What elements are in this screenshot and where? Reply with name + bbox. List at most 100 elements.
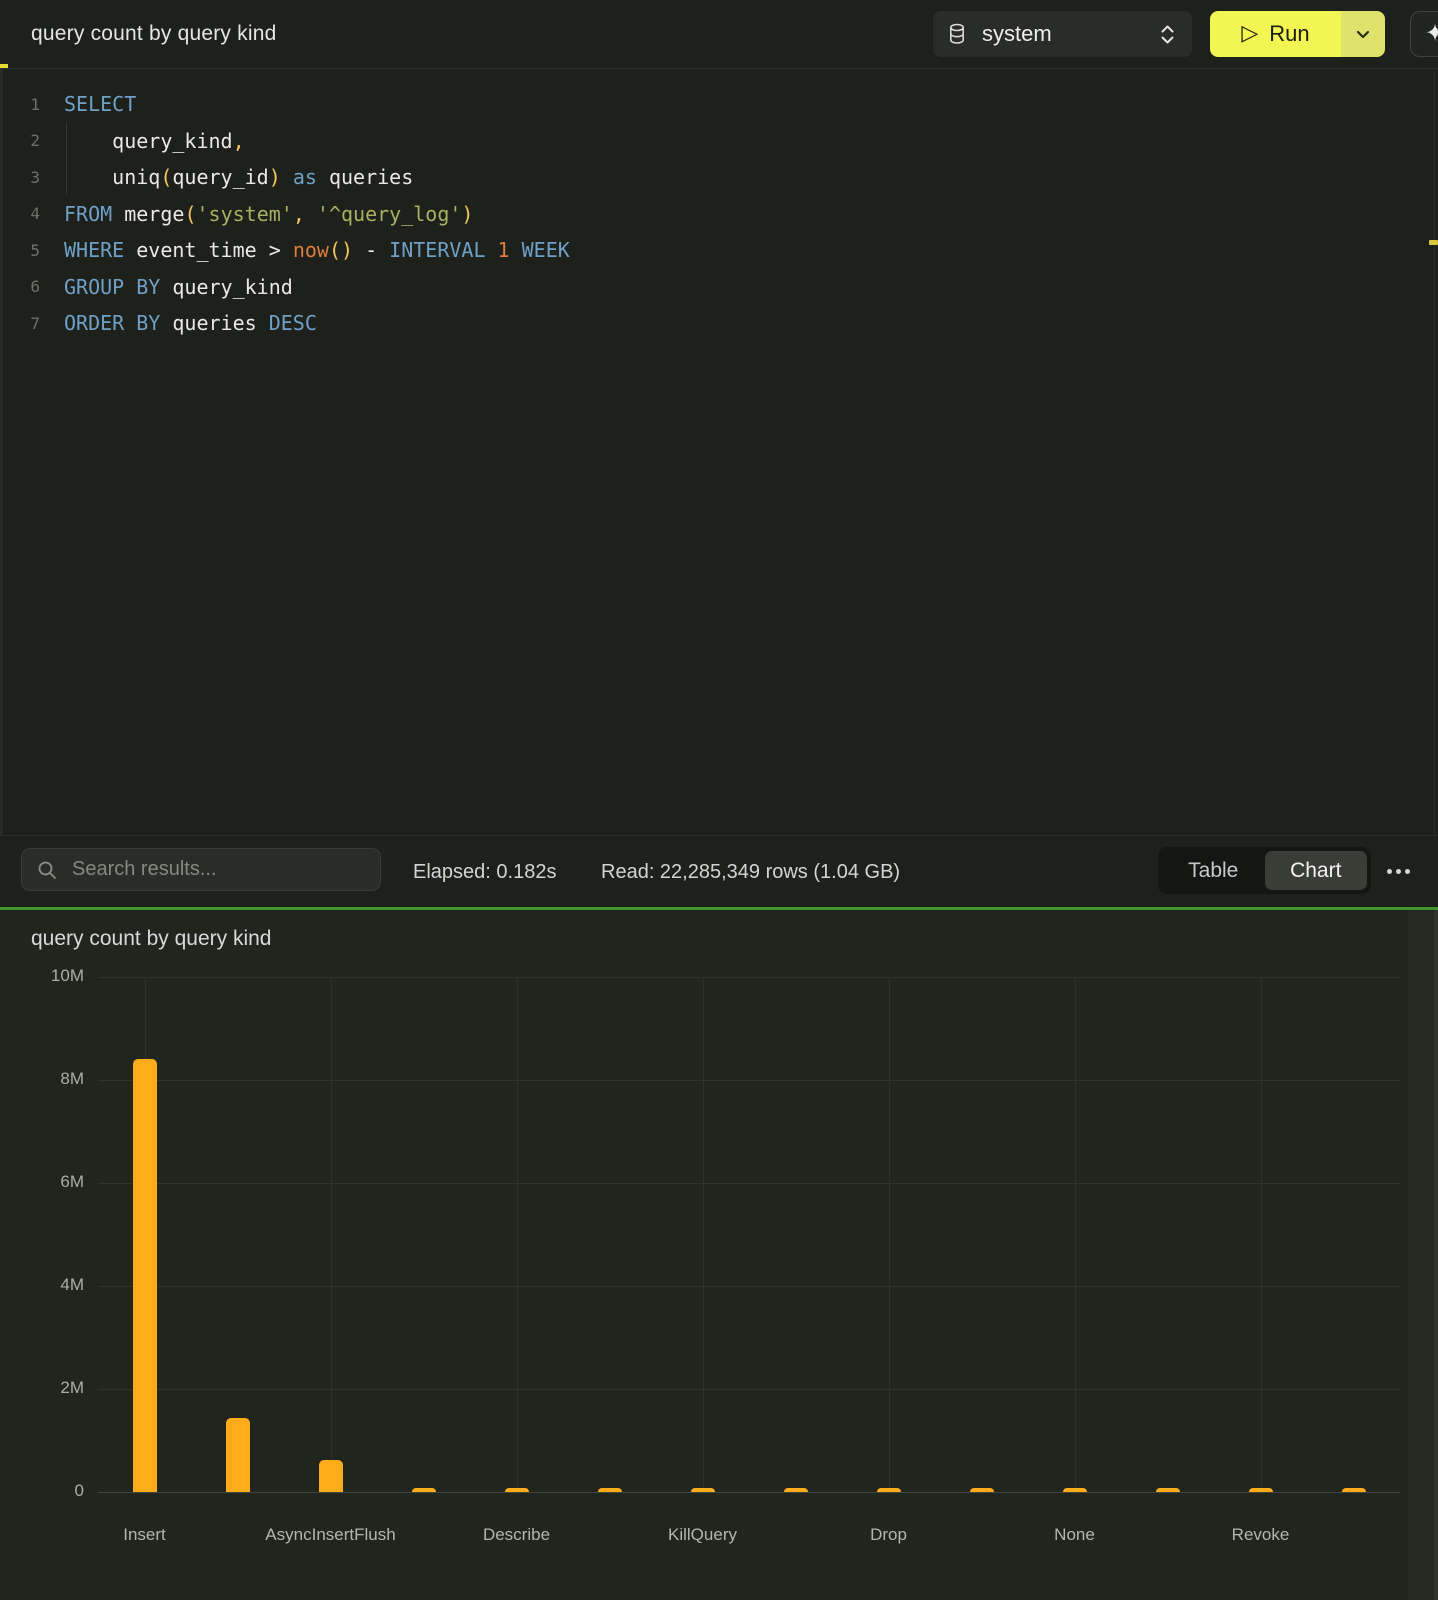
code-token: WEEK bbox=[522, 238, 570, 262]
code-line: 3 uniq(query_id) as queries bbox=[0, 159, 1438, 196]
read-stat: Read: 22,285,349 rows (1.04 GB) bbox=[601, 836, 900, 908]
code-token bbox=[124, 238, 136, 262]
code-token: WHERE bbox=[64, 238, 124, 262]
code-token: , bbox=[233, 129, 245, 153]
elapsed-stat: Elapsed: 0.182s bbox=[413, 836, 556, 908]
y-axis-label: 2M bbox=[18, 1378, 84, 1398]
code-token: query_kind bbox=[112, 129, 232, 153]
code-token: > bbox=[257, 238, 293, 262]
indent-guide bbox=[66, 122, 67, 194]
gridline-h bbox=[98, 1286, 1400, 1287]
gridline-h bbox=[98, 1183, 1400, 1184]
code-token: queries bbox=[329, 165, 413, 189]
code-token bbox=[485, 238, 497, 262]
x-axis-label: Insert bbox=[45, 1525, 245, 1545]
code-token: INTERVAL bbox=[389, 238, 485, 262]
code-token: FROM bbox=[64, 202, 112, 226]
y-axis-label: 8M bbox=[18, 1069, 84, 1089]
code-token bbox=[317, 165, 329, 189]
code-token bbox=[281, 165, 293, 189]
code-line: 2 query_kind, bbox=[0, 123, 1438, 160]
search-input[interactable] bbox=[70, 857, 366, 882]
code-text: uniq(query_id) as queries bbox=[64, 165, 413, 189]
search-box[interactable] bbox=[21, 848, 381, 891]
run-label: Run bbox=[1269, 21, 1309, 47]
x-axis-label: Drop bbox=[789, 1525, 989, 1545]
code-token bbox=[64, 129, 112, 153]
code-token: GROUP BY bbox=[64, 275, 160, 299]
page-title: query count by query kind bbox=[31, 0, 276, 68]
sql-console-window: query count by query kind system ▷ bbox=[0, 0, 1438, 1600]
bar-killquery bbox=[691, 1488, 715, 1492]
chart-scrollbar-edge bbox=[1434, 910, 1438, 1600]
code-token: merge bbox=[124, 202, 184, 226]
y-axis-label: 4M bbox=[18, 1275, 84, 1295]
database-selector[interactable]: system bbox=[933, 11, 1192, 57]
chart-panel: query count by query kind 10M8M6M4M2M0 I… bbox=[0, 910, 1438, 1600]
code-token bbox=[160, 311, 172, 335]
bar-unlabeled-7 bbox=[784, 1488, 808, 1492]
toggle-table[interactable]: Table bbox=[1162, 851, 1265, 890]
gridline-v bbox=[1075, 977, 1076, 1492]
code-editor[interactable]: 1SELECT2 query_kind,3 uniq(query_id) as … bbox=[0, 69, 1438, 835]
bar-unlabeled-1 bbox=[226, 1418, 250, 1492]
sparkle-icon: ✦✦ bbox=[1425, 22, 1438, 46]
code-text: query_kind, bbox=[64, 129, 245, 153]
run-options-button[interactable] bbox=[1341, 11, 1385, 57]
x-axis-label: Describe bbox=[417, 1525, 617, 1545]
overview-ruler[interactable] bbox=[1434, 70, 1435, 835]
chart-title: query count by query kind bbox=[31, 927, 271, 951]
code-text: GROUP BY query_kind bbox=[64, 275, 293, 299]
code-token: SELECT bbox=[64, 92, 136, 116]
chart-scrollbar-track[interactable] bbox=[1408, 910, 1434, 1600]
ruler-mark bbox=[1429, 240, 1438, 245]
code-token: - bbox=[353, 238, 389, 262]
run-button-group: ▷ Run bbox=[1210, 11, 1385, 57]
header: query count by query kind system ▷ bbox=[0, 0, 1438, 69]
x-axis-label: KillQuery bbox=[603, 1525, 803, 1545]
code-token: event_time bbox=[136, 238, 256, 262]
gridline-h bbox=[98, 1389, 1400, 1390]
bar-revoke bbox=[1249, 1488, 1273, 1492]
code-token: '^query_log' bbox=[317, 202, 462, 226]
line-number: 7 bbox=[0, 314, 40, 333]
gridline-v bbox=[1261, 977, 1262, 1492]
code-text: SELECT bbox=[64, 92, 136, 116]
chevron-up-down-icon bbox=[1159, 23, 1176, 46]
code-token: query_id bbox=[172, 165, 268, 189]
code-line: 7ORDER BY queries DESC bbox=[0, 305, 1438, 342]
code-token: ORDER BY bbox=[64, 311, 160, 335]
code-token: query_kind bbox=[172, 275, 292, 299]
code-token: ( bbox=[184, 202, 196, 226]
gridline-v bbox=[517, 977, 518, 1492]
bar-asyncinsertflush bbox=[319, 1460, 343, 1492]
x-axis-label: AsyncInsertFlush bbox=[231, 1525, 431, 1545]
bar-unlabeled-11 bbox=[1156, 1488, 1180, 1492]
code-token: 'system' bbox=[196, 202, 292, 226]
gridline-h bbox=[98, 1492, 1400, 1493]
toggle-chart[interactable]: Chart bbox=[1265, 851, 1368, 890]
database-name: system bbox=[982, 21, 1159, 47]
x-axis-label: Revoke bbox=[1161, 1525, 1361, 1545]
x-axis-label: None bbox=[975, 1525, 1175, 1545]
bar-unlabeled-5 bbox=[598, 1488, 622, 1492]
code-text: WHERE event_time > now() - INTERVAL 1 WE… bbox=[64, 238, 570, 262]
code-token: ) bbox=[461, 202, 473, 226]
run-button[interactable]: ▷ Run bbox=[1210, 11, 1341, 57]
ai-assistant-button[interactable]: ✦✦ bbox=[1410, 11, 1438, 57]
y-axis-label: 10M bbox=[18, 966, 84, 986]
line-number: 1 bbox=[0, 95, 40, 114]
code-line: 1 SELECT bbox=[0, 86, 1438, 123]
ellipsis-icon bbox=[1387, 869, 1392, 874]
bar-describe bbox=[505, 1488, 529, 1492]
bar-unlabeled-13 bbox=[1342, 1488, 1366, 1492]
code-token: queries bbox=[172, 311, 256, 335]
code-token: ) bbox=[269, 165, 281, 189]
code-token: now bbox=[293, 238, 329, 262]
code-token: ( bbox=[329, 238, 341, 262]
more-options-button[interactable] bbox=[1376, 848, 1420, 894]
line-number: 5 bbox=[0, 241, 40, 260]
line-number: 6 bbox=[0, 277, 40, 296]
line-number: 2 bbox=[0, 131, 40, 150]
search-icon bbox=[36, 859, 58, 881]
